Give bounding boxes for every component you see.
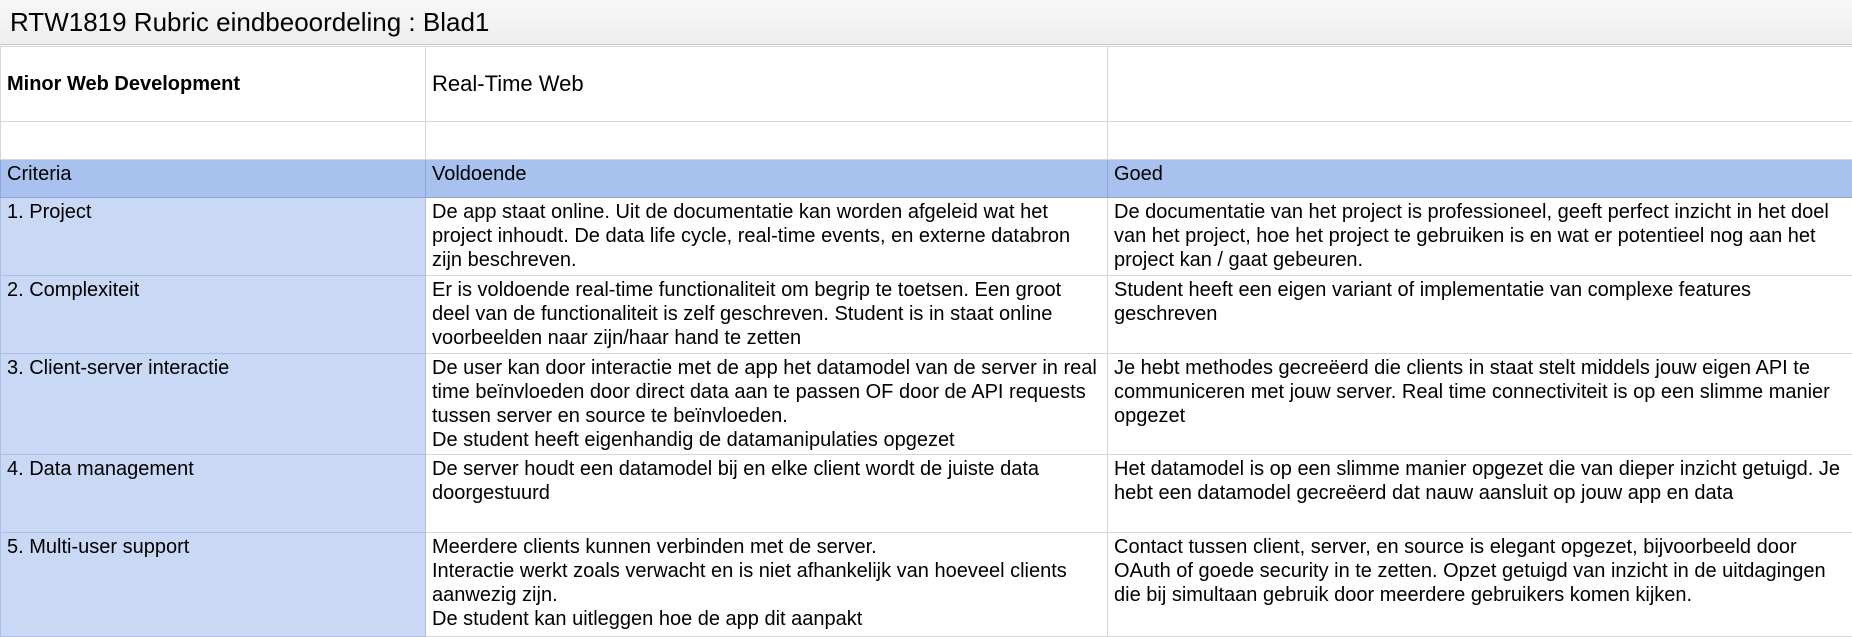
header-goed[interactable]: Goed — [1108, 160, 1852, 198]
cell-empty[interactable] — [1108, 122, 1852, 160]
window-title: RTW1819 Rubric eindbeoordeling : Blad1 — [10, 7, 489, 37]
spreadsheet-grid: Minor Web Development Real-Time Web Crit… — [0, 46, 1852, 637]
cell-line: De student heeft eigenhandig de datamani… — [432, 428, 1100, 452]
criterion-cell[interactable]: 3. Client-server interactie — [1, 354, 426, 455]
goed-cell[interactable]: De documentatie van het project is profe… — [1108, 198, 1852, 276]
criterion-cell[interactable]: 5. Multi-user support — [1, 533, 426, 637]
goed-cell[interactable]: Je hebt methodes gecreëerd die clients i… — [1108, 354, 1852, 455]
header-criteria[interactable]: Criteria — [1, 160, 426, 198]
table-row: 4. Data management De server houdt een d… — [1, 455, 1852, 533]
cell-empty[interactable] — [1, 122, 426, 160]
cell-line: Meerdere clients kunnen verbinden met de… — [432, 535, 1100, 559]
table-row: 2. Complexiteit Er is voldoende real-tim… — [1, 276, 1852, 354]
criterion-cell[interactable]: 1. Project — [1, 198, 426, 276]
goed-cell[interactable]: Het datamodel is op een slimme manier op… — [1108, 455, 1852, 533]
cell-course[interactable]: Real-Time Web — [426, 47, 1108, 122]
voldoende-cell[interactable]: Er is voldoende real-time functionalitei… — [426, 276, 1108, 354]
table-row: 3. Client-server interactie De user kan … — [1, 354, 1852, 455]
goed-cell[interactable]: Student heeft een eigen variant of imple… — [1108, 276, 1852, 354]
cell-empty[interactable] — [1108, 47, 1852, 122]
cell-line: Interactie werkt zoals verwacht en is ni… — [432, 559, 1100, 607]
voldoende-cell[interactable]: De server houdt een datamodel bij en elk… — [426, 455, 1108, 533]
goed-cell[interactable]: Contact tussen client, server, en source… — [1108, 533, 1852, 637]
voldoende-cell[interactable]: Meerdere clients kunnen verbinden met de… — [426, 533, 1108, 637]
criterion-cell[interactable]: 2. Complexiteit — [1, 276, 426, 354]
sheet-row-title: Minor Web Development Real-Time Web — [1, 47, 1852, 122]
table-row: 5. Multi-user support Meerdere clients k… — [1, 533, 1852, 637]
window-titlebar: RTW1819 Rubric eindbeoordeling : Blad1 — [0, 0, 1852, 45]
cell-empty[interactable] — [426, 122, 1108, 160]
cell-line: De user kan door interactie met de app h… — [432, 356, 1100, 428]
voldoende-cell[interactable]: De user kan door interactie met de app h… — [426, 354, 1108, 455]
header-voldoende[interactable]: Voldoende — [426, 160, 1108, 198]
cell-minor[interactable]: Minor Web Development — [1, 47, 426, 122]
sheet-row-empty — [1, 122, 1852, 160]
cell-line: De student kan uitleggen hoe de app dit … — [432, 607, 1100, 631]
voldoende-cell[interactable]: De app staat online. Uit de documentatie… — [426, 198, 1108, 276]
criterion-cell[interactable]: 4. Data management — [1, 455, 426, 533]
table-row: 1. Project De app staat online. Uit de d… — [1, 198, 1852, 276]
sheet-header-row: Criteria Voldoende Goed — [1, 160, 1852, 198]
